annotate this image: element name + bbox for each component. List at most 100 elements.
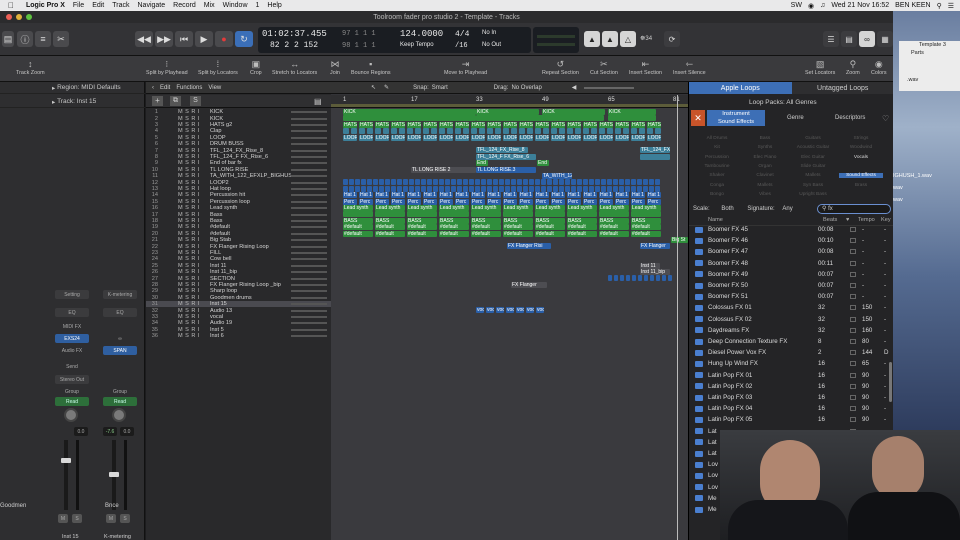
region[interactable]: TFL_124_F FX_Rise_6	[476, 153, 536, 160]
region[interactable]	[535, 179, 540, 186]
track-mute-solo-record[interactable]: MSRI	[160, 288, 199, 294]
region[interactable]	[343, 115, 476, 122]
region[interactable]: #default	[343, 224, 373, 231]
region[interactable]	[589, 185, 594, 192]
region[interactable]	[421, 179, 426, 186]
track-name[interactable]: LOOP2	[188, 180, 291, 186]
track-mute-solo-record[interactable]: MSRI	[160, 148, 199, 154]
keyword-button[interactable]: Percussion	[695, 155, 739, 160]
loop-search-input[interactable]: ⚲ fx	[817, 204, 891, 214]
region[interactable]: Hat 1	[343, 192, 357, 199]
region[interactable]: #default	[567, 224, 597, 231]
region[interactable]: HATS g2	[455, 121, 469, 128]
track-mute-solo-record[interactable]: MSRI	[160, 180, 199, 186]
bar-ruler[interactable]: 1 17 33 49 65 81	[331, 95, 688, 108]
inspector-icon[interactable]: ⓘ	[17, 31, 33, 47]
region[interactable]: Perc	[551, 198, 565, 205]
region[interactable]	[397, 185, 402, 192]
region[interactable]	[351, 128, 357, 135]
loop-row[interactable]: Colossus FX 01 32 150-	[689, 302, 894, 313]
region[interactable]	[655, 185, 660, 192]
region[interactable]: #default	[471, 224, 501, 231]
region[interactable]	[613, 185, 618, 192]
track-volume-slider[interactable]	[291, 303, 327, 306]
track-volume-slider[interactable]	[291, 200, 327, 203]
region[interactable]: voc	[486, 307, 494, 314]
track-mute-solo-record[interactable]: MSRI	[160, 173, 199, 179]
region[interactable]	[391, 179, 396, 186]
region[interactable]	[373, 179, 378, 186]
region[interactable]: Perc	[615, 198, 629, 205]
track-volume-slider[interactable]	[291, 130, 327, 133]
track-name[interactable]: Clap	[188, 128, 291, 134]
menu-navigate[interactable]: Navigate	[134, 2, 170, 9]
global-solo-icon[interactable]: S	[190, 96, 201, 106]
region[interactable]: KICK	[542, 109, 605, 115]
track-name[interactable]: #default	[188, 224, 291, 230]
region[interactable]: TFL_124_FX_Rise_8	[640, 147, 670, 154]
waveform-icon[interactable]	[695, 405, 703, 412]
track-volume-slider[interactable]	[291, 315, 327, 318]
favorite-checkbox[interactable]	[850, 316, 856, 322]
track-mute-solo-record[interactable]: MSRI	[160, 154, 199, 160]
region[interactable]: voc	[496, 307, 504, 314]
region[interactable]	[601, 179, 606, 186]
region[interactable]	[511, 128, 517, 135]
track-name[interactable]: Lead synth	[188, 205, 291, 211]
split-by-playhead-button[interactable]: ⁝ Split by Playhead	[146, 58, 188, 76]
region[interactable]	[451, 179, 456, 186]
waveform-icon[interactable]	[695, 248, 703, 255]
track-name[interactable]: Percussion loop	[188, 199, 291, 205]
region[interactable]: Hat 1	[599, 192, 613, 199]
col-favorite[interactable]: ♥	[846, 217, 849, 223]
region[interactable]	[583, 128, 589, 135]
track-mute-solo-record[interactable]: MSRI	[160, 231, 199, 237]
region[interactable]	[349, 179, 354, 186]
region[interactable]	[445, 185, 450, 192]
favorite-checkbox[interactable]	[850, 417, 856, 423]
play-icon[interactable]: ▶	[195, 31, 213, 47]
region[interactable]	[527, 128, 533, 135]
region[interactable]: Hat 1	[615, 192, 629, 199]
favorite-checkbox[interactable]	[850, 305, 856, 311]
region[interactable]	[415, 179, 420, 186]
loop-row[interactable]: Latin Pop FX 01 16 90-	[689, 370, 894, 381]
apple-menu-icon[interactable]: 	[0, 1, 22, 10]
region[interactable]: Perc	[343, 198, 357, 205]
region[interactable]: Perc	[647, 198, 661, 205]
region[interactable]	[487, 128, 493, 135]
track-mute-solo-record[interactable]: MSRI	[160, 320, 199, 326]
region[interactable]: HATS g2	[631, 121, 645, 128]
region[interactable]	[361, 179, 366, 186]
eq-button[interactable]: EQ	[55, 308, 89, 317]
region[interactable]	[451, 185, 456, 192]
drag-select[interactable]: No Overlap	[511, 85, 541, 91]
track-name[interactable]: LOOP	[188, 135, 291, 141]
loop-row[interactable]: Hung Up Wind FX 16 65-	[689, 358, 894, 369]
keyword-button[interactable]: Syn Bass	[791, 183, 835, 188]
region[interactable]	[565, 185, 570, 192]
track-mute-solo-record[interactable]: MSRI	[160, 109, 199, 115]
region[interactable]	[423, 128, 429, 135]
track-mute-solo-record[interactable]: MSRI	[160, 327, 199, 333]
region[interactable]	[431, 128, 437, 135]
track-name[interactable]: TL LONG RISE	[188, 167, 291, 173]
tab-apple-loops[interactable]: Apple Loops	[689, 82, 792, 94]
region[interactable]: LOOP	[439, 134, 453, 141]
region[interactable]	[551, 128, 557, 135]
view-genre-button[interactable]: Genre	[787, 115, 804, 121]
menu-app[interactable]: Logic Pro X	[22, 2, 69, 9]
favorite-checkbox[interactable]	[850, 406, 856, 412]
region[interactable]: TL LONG RISE.3	[476, 166, 536, 173]
track-name[interactable]: FILL	[188, 250, 291, 256]
region[interactable]: Lead synth	[599, 205, 629, 211]
add-track-icon[interactable]: +	[152, 96, 163, 106]
track-mute-solo-record[interactable]: MSRI	[160, 333, 199, 339]
region[interactable]	[643, 185, 648, 192]
region[interactable]	[399, 128, 405, 135]
waveform-icon[interactable]	[695, 338, 703, 345]
waveform-icon[interactable]	[695, 450, 703, 457]
track-mute-solo-record[interactable]: MSRI	[160, 218, 199, 224]
region[interactable]	[607, 185, 612, 192]
region[interactable]	[631, 211, 661, 218]
